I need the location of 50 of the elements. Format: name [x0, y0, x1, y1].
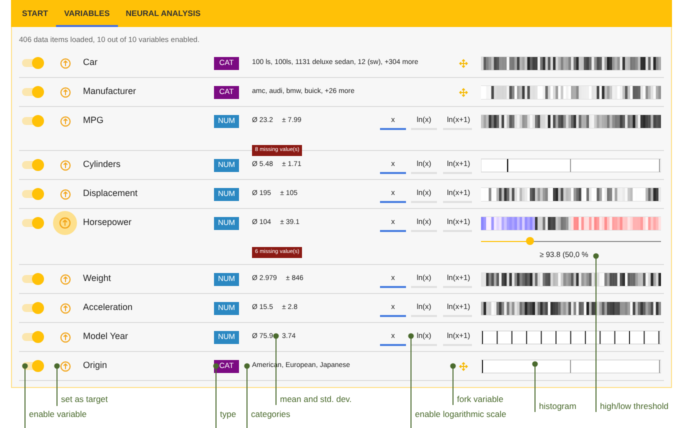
variable-name: Horsepower	[83, 216, 132, 230]
fork-icon[interactable]	[459, 88, 468, 96]
enable-toggle[interactable]	[22, 302, 44, 314]
annotation-label: enable variable	[29, 408, 87, 421]
enable-toggle[interactable]	[22, 86, 44, 98]
target-icon[interactable]	[60, 188, 70, 200]
target-icon[interactable]	[53, 211, 77, 235]
threshold-slider[interactable]	[481, 237, 661, 245]
target-icon[interactable]	[60, 58, 70, 68]
leader-line	[532, 361, 538, 412]
enable-toggle[interactable]	[22, 188, 44, 200]
target-icon[interactable]	[60, 332, 70, 342]
annotation-label: categories	[251, 408, 290, 421]
annotation-label: enable logarithmic scale	[415, 408, 506, 421]
variable-name: Manufacturer	[83, 85, 136, 98]
annotation-label: fork variable	[457, 393, 504, 406]
leader-line	[22, 363, 28, 428]
leader-line	[244, 363, 250, 428]
target-icon[interactable]	[60, 86, 70, 98]
fork-icon[interactable]	[459, 58, 468, 68]
fork-icon[interactable]	[459, 362, 468, 370]
variable-name: Origin	[83, 359, 108, 372]
leader-line	[450, 363, 456, 405]
target-icon[interactable]	[60, 160, 70, 170]
tab[interactable]: START	[14, 0, 56, 27]
target-icon[interactable]	[60, 116, 70, 126]
annotation-label: histogram	[539, 400, 576, 413]
leader-line	[54, 363, 60, 406]
enable-toggle[interactable]	[22, 273, 44, 285]
enable-toggle[interactable]	[22, 331, 44, 343]
annotation-label: type	[220, 408, 236, 421]
variable-name: Weight	[83, 272, 111, 286]
target-icon[interactable]	[60, 302, 70, 314]
enable-toggle[interactable]	[22, 115, 44, 127]
variable-name: Cylinders	[83, 158, 121, 172]
enable-toggle[interactable]	[22, 159, 44, 171]
annotation-label: high/low threshold	[600, 400, 669, 413]
target-icon[interactable]	[60, 274, 70, 284]
leader-line	[213, 363, 219, 428]
enable-toggle[interactable]	[22, 57, 44, 69]
variable-name: Acceleration	[83, 301, 133, 314]
annotation-label: mean and std. dev.	[280, 393, 352, 406]
variable-name: Displacement	[83, 187, 138, 200]
variable-name: Car	[83, 56, 98, 70]
annotation-label: set as target	[61, 393, 108, 406]
variable-name: MPG	[83, 114, 104, 128]
enable-toggle[interactable]	[22, 217, 44, 229]
tab[interactable]: NEURAL ANALYSIS	[118, 0, 209, 27]
variable-name: Model Year	[83, 330, 128, 344]
target-icon[interactable]	[60, 360, 70, 372]
